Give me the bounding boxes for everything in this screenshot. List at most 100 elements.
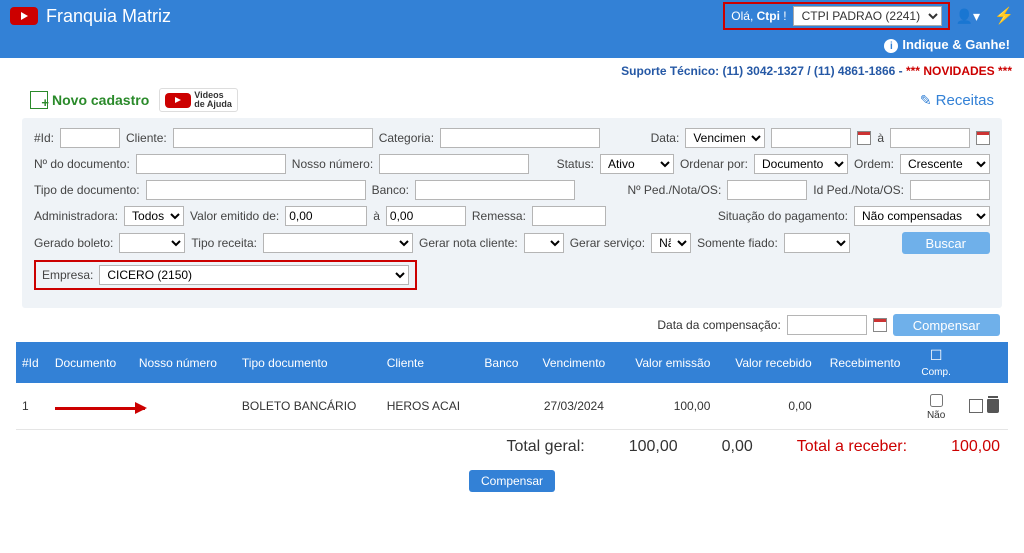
filter-panel: #Id: Cliente: Categoria: Data: Venciment… [22, 118, 1002, 308]
idped-label: Id Ped./Nota/OS: [813, 183, 904, 197]
th-comp: ☐Comp. [912, 342, 959, 383]
support-line: Suporte Técnico: (11) 3042-1327 / (11) 4… [0, 58, 1024, 84]
id-label: #Id: [34, 131, 54, 145]
tipo-doc-label: Tipo de documento: [34, 183, 140, 197]
empresa-highlight: Empresa: CICERO (2150) [34, 260, 417, 290]
tipo-doc-input[interactable] [146, 180, 366, 200]
greeting-user: Ctpi [757, 9, 780, 23]
novidades-link[interactable]: *** NOVIDADES *** [906, 64, 1012, 78]
bolt-icon[interactable]: ⚡ [994, 6, 1014, 26]
situacao-label: Situação do pagamento: [718, 209, 848, 223]
gerar-nota-label: Gerar nota cliente: [419, 236, 518, 250]
ordenar-por-select[interactable]: Documento [754, 154, 848, 174]
tipo-receita-select[interactable] [263, 233, 413, 253]
data-tipo-select[interactable]: Vencimento: [685, 128, 765, 148]
th-actions [960, 342, 1008, 383]
ndoc-label: Nº do documento: [34, 157, 130, 171]
cell-tipo-documento: BOLETO BANCÁRIO [236, 383, 381, 430]
th-id: #Id [16, 342, 49, 383]
total-receber-value: 100,00 [951, 438, 1000, 456]
status-select[interactable]: Ativo [600, 154, 674, 174]
calendar-icon-3[interactable] [873, 318, 887, 332]
total-receber-label: Total a receber: [797, 438, 907, 456]
arrow-annotation-icon [55, 407, 145, 410]
somente-fiado-select[interactable] [784, 233, 850, 253]
admin-label: Administradora: [34, 209, 118, 223]
situacao-select[interactable]: Não compensadas [854, 206, 990, 226]
nosso-numero-input[interactable] [379, 154, 529, 174]
results-table-wrap: #Id Documento Nosso número Tipo document… [16, 342, 1008, 430]
delete-icon[interactable] [987, 399, 999, 413]
user-highlight: Olá, Ctpi ! CTPI PADRAO (2241) [723, 2, 949, 30]
cell-id: 1 [16, 383, 49, 430]
toolbar: + Novo cadastro Videosde Ajuda ✎ Receita… [0, 84, 1024, 118]
novo-cadastro-button[interactable]: + Novo cadastro [30, 91, 149, 109]
th-recebimento: Recebimento [818, 342, 913, 383]
calendar-icon[interactable] [857, 131, 871, 145]
top-bar-left: Franquia Matriz [10, 6, 171, 27]
a-label: à [877, 131, 884, 145]
remessa-input[interactable] [532, 206, 606, 226]
videos-ajuda-text: Videosde Ajuda [194, 91, 232, 109]
total-geral-recebido: 0,00 [722, 438, 753, 456]
id-input[interactable] [60, 128, 120, 148]
toolbar-left: + Novo cadastro Videosde Ajuda [30, 88, 238, 112]
top-bar-right: Olá, Ctpi ! CTPI PADRAO (2241) 👤▾ ⚡ [723, 2, 1014, 30]
ndoc-input[interactable] [136, 154, 286, 174]
indique-ganhe-link[interactable]: iIndique & Ganhe! [884, 37, 1010, 54]
cell-banco [478, 383, 531, 430]
admin-select[interactable]: Todos [124, 206, 184, 226]
top-bar: Franquia Matriz Olá, Ctpi ! CTPI PADRAO … [0, 0, 1024, 32]
th-valor-emissao: Valor emissão [617, 342, 717, 383]
valor-a-label: à [373, 209, 380, 223]
receitas-label: Receitas [936, 92, 994, 109]
nped-input[interactable] [727, 180, 807, 200]
th-valor-recebido: Valor recebido [716, 342, 817, 383]
table-header-row: #Id Documento Nosso número Tipo document… [16, 342, 1008, 383]
valor-ate-input[interactable] [386, 206, 466, 226]
app-title: Franquia Matriz [46, 6, 171, 27]
banco-input[interactable] [415, 180, 575, 200]
copy-icon[interactable] [969, 399, 983, 413]
compensar-footer-button[interactable]: Compensar [469, 470, 555, 492]
videos-ajuda-button[interactable]: Videosde Ajuda [159, 88, 238, 112]
remessa-label: Remessa: [472, 209, 526, 223]
gerado-boleto-select[interactable] [119, 233, 185, 253]
gerar-servico-select[interactable]: Não [651, 233, 691, 253]
totals-row: Total geral: 100,00 0,00 Total a receber… [0, 430, 1024, 464]
data-comp-label: Data da compensação: [657, 318, 780, 332]
total-geral-label: Total geral: [506, 438, 584, 456]
ordem-select[interactable]: Crescente [900, 154, 990, 174]
compensar-button[interactable]: Compensar [893, 314, 1000, 336]
status-label: Status: [557, 157, 594, 171]
calendar-icon-2[interactable] [976, 131, 990, 145]
user-menu-icon[interactable]: 👤▾ [956, 8, 980, 25]
data-comp-input[interactable] [787, 315, 867, 335]
gerar-nota-select[interactable] [524, 233, 564, 253]
nped-label: Nº Ped./Nota/OS: [628, 183, 722, 197]
empresa-label: Empresa: [42, 268, 93, 282]
youtube-icon [165, 93, 191, 108]
cell-valor-emissao: 100,00 [617, 383, 717, 430]
empresa-select[interactable]: CICERO (2150) [99, 265, 409, 285]
total-geral-emissao: 100,00 [629, 438, 678, 456]
cliente-input[interactable] [173, 128, 373, 148]
categoria-input[interactable] [440, 128, 600, 148]
somente-fiado-label: Somente fiado: [697, 236, 778, 250]
valor-de-input[interactable] [285, 206, 367, 226]
data-ate-input[interactable] [890, 128, 970, 148]
cell-documento [49, 383, 236, 430]
th-banco: Banco [478, 342, 531, 383]
categoria-label: Categoria: [379, 131, 434, 145]
row-comp-checkbox[interactable] [930, 394, 943, 407]
cell-actions [960, 383, 1008, 430]
user-dropdown[interactable]: CTPI PADRAO (2241) [793, 6, 942, 26]
buscar-button[interactable]: Buscar [902, 232, 990, 254]
receitas-link[interactable]: ✎ Receitas [920, 88, 994, 112]
th-documento: Documento [49, 342, 133, 383]
data-de-input[interactable] [771, 128, 851, 148]
table-row[interactable]: 1 BOLETO BANCÁRIO HEROS ACAI 27/03/2024 … [16, 383, 1008, 430]
results-table: #Id Documento Nosso número Tipo document… [16, 342, 1008, 430]
idped-input[interactable] [910, 180, 990, 200]
greeting-suffix: ! [780, 9, 787, 23]
